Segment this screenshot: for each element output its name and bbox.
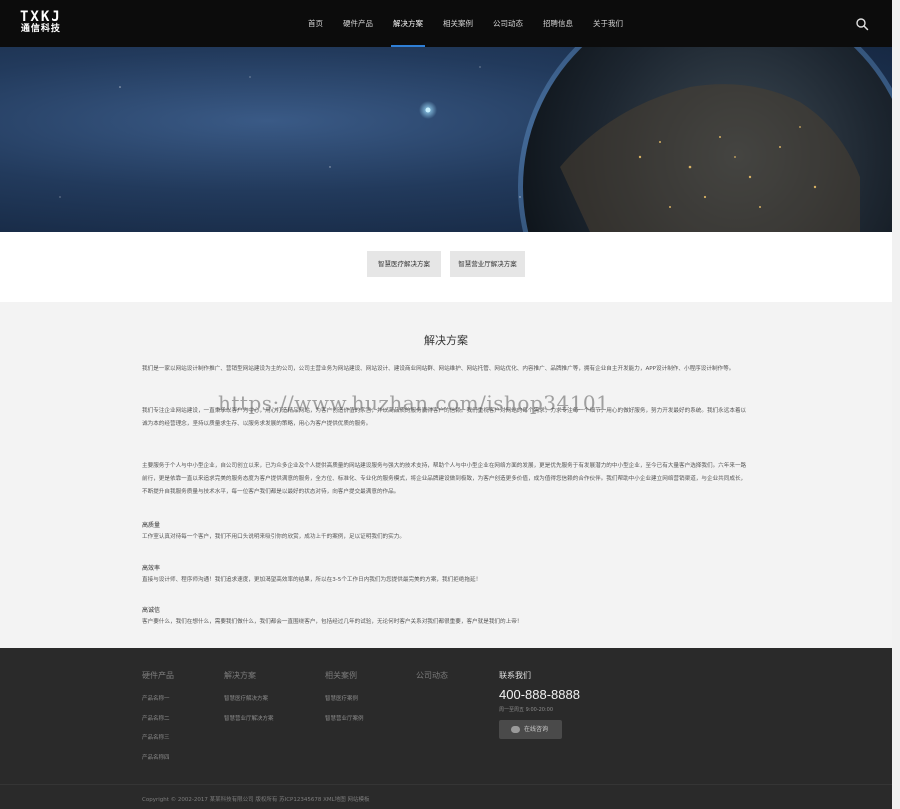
solution-tabs: 智慧医疗解决方案 智慧营业厅解决方案 [0, 232, 892, 302]
footer-link[interactable]: 智慧营业厅案例 [325, 714, 364, 722]
feature-text-integrity: 客户要什么，我们在想什么，需要我们做什么，我们都会一直围绕客户，包括经过几年的试… [142, 619, 523, 625]
main-nav: 首页 硬件产品 解决方案 相关案例 公司动态 招聘信息 关于我们 [298, 0, 633, 47]
solutions-content: 解决方案 我们是一家以网站设计制作推广、营销型网站建设为主的公司，公司主营业务为… [0, 302, 892, 648]
contact-hours: 周一至周五 9:00-20:00 [499, 707, 554, 713]
logo-sub-text: 通信科技 [20, 24, 61, 34]
site-footer: 硬件产品 产品名称一 产品名称二 产品名称三 产品名称四 解决方案 智慧医疗解决… [0, 648, 892, 809]
feature-title-efficiency: 高效率 [142, 565, 161, 572]
footer-contact: 联系我们 400-888-8888 周一至周五 9:00-20:00 在线咨询 [499, 670, 580, 739]
feature-title-integrity: 高诚信 [142, 607, 161, 614]
feature-text-efficiency: 直接与设计师、程序师沟通！我们追求速度，更加渴望高效率的结果，所以在3-5个工作… [142, 577, 482, 583]
page: TXKJ 通信科技 首页 硬件产品 解决方案 相关案例 公司动态 招聘信息 关于… [0, 0, 892, 809]
feature-title-quality: 高质量 [142, 522, 161, 529]
chat-icon [511, 726, 520, 733]
scrollbar[interactable] [892, 0, 900, 809]
nav-news[interactable]: 公司动态 [483, 0, 533, 47]
footer-col-cases: 相关案例 智慧医疗案例 智慧营业厅案例 [325, 670, 364, 733]
contact-phone: 400-888-8888 [499, 687, 580, 702]
nav-about[interactable]: 关于我们 [583, 0, 633, 47]
feature-text-quality: 工作室认真对待每一个客户，我们不用口头说明来吸引你的欣赏，成功上千的案例，足以证… [142, 534, 405, 540]
footer-col-title: 解决方案 [224, 671, 256, 680]
copyright-text: Copyright © 2002-2017 某某科技有限公司 版权所有 苏ICP… [142, 797, 370, 803]
tab-medical-solution[interactable]: 智慧医疗解决方案 [367, 251, 441, 277]
footer-link[interactable]: 产品名称四 [142, 753, 174, 761]
intro-paragraph-3: 主要服务于个人与中小型企业，自公司创立以来，已为众多企业及个人提供高质量的网站建… [142, 463, 747, 495]
logo-main-text: TXKJ [20, 9, 62, 25]
footer-link[interactable]: 产品名称三 [142, 733, 174, 741]
online-consult-button[interactable]: 在线咨询 [499, 720, 562, 739]
footer-link[interactable]: 产品名称二 [142, 714, 174, 722]
section-title: 解决方案 [424, 334, 468, 347]
hero-banner [0, 47, 892, 232]
intro-paragraph-1: 我们是一家以网站设计制作推广、营销型网站建设为主的公司，公司主营业务为网站建设、… [142, 366, 735, 372]
footer-divider [0, 784, 892, 785]
search-icon[interactable] [855, 17, 869, 31]
nav-jobs[interactable]: 招聘信息 [533, 0, 583, 47]
footer-link[interactable]: 智慧营业厅解决方案 [224, 714, 274, 722]
footer-link[interactable]: 智慧医疗案例 [325, 694, 364, 702]
footer-col-title: 相关案例 [325, 671, 357, 680]
footer-link[interactable]: 产品名称一 [142, 694, 174, 702]
site-header: TXKJ 通信科技 首页 硬件产品 解决方案 相关案例 公司动态 招聘信息 关于… [0, 0, 892, 47]
nav-solutions[interactable]: 解决方案 [383, 0, 433, 47]
footer-col-title: 硬件产品 [142, 671, 174, 680]
contact-title: 联系我们 [499, 671, 531, 680]
tab-hall-solution[interactable]: 智慧营业厅解决方案 [450, 251, 525, 277]
logo[interactable]: TXKJ 通信科技 [20, 10, 62, 35]
footer-col-hardware: 硬件产品 产品名称一 产品名称二 产品名称三 产品名称四 [142, 670, 174, 772]
earth-illustration [59, 47, 892, 232]
nav-cases[interactable]: 相关案例 [433, 0, 483, 47]
nav-home[interactable]: 首页 [298, 0, 333, 47]
footer-col-solutions: 解决方案 智慧医疗解决方案 智慧营业厅解决方案 [224, 670, 274, 733]
watermark-text: https://www.huzhan.com/ishop34101 [218, 391, 610, 415]
consult-label: 在线咨询 [524, 726, 549, 733]
nav-hardware[interactable]: 硬件产品 [333, 0, 383, 47]
footer-col-title: 公司动态 [416, 671, 448, 680]
footer-col-news: 公司动态 [416, 670, 448, 694]
footer-link[interactable]: 智慧医疗解决方案 [224, 694, 274, 702]
